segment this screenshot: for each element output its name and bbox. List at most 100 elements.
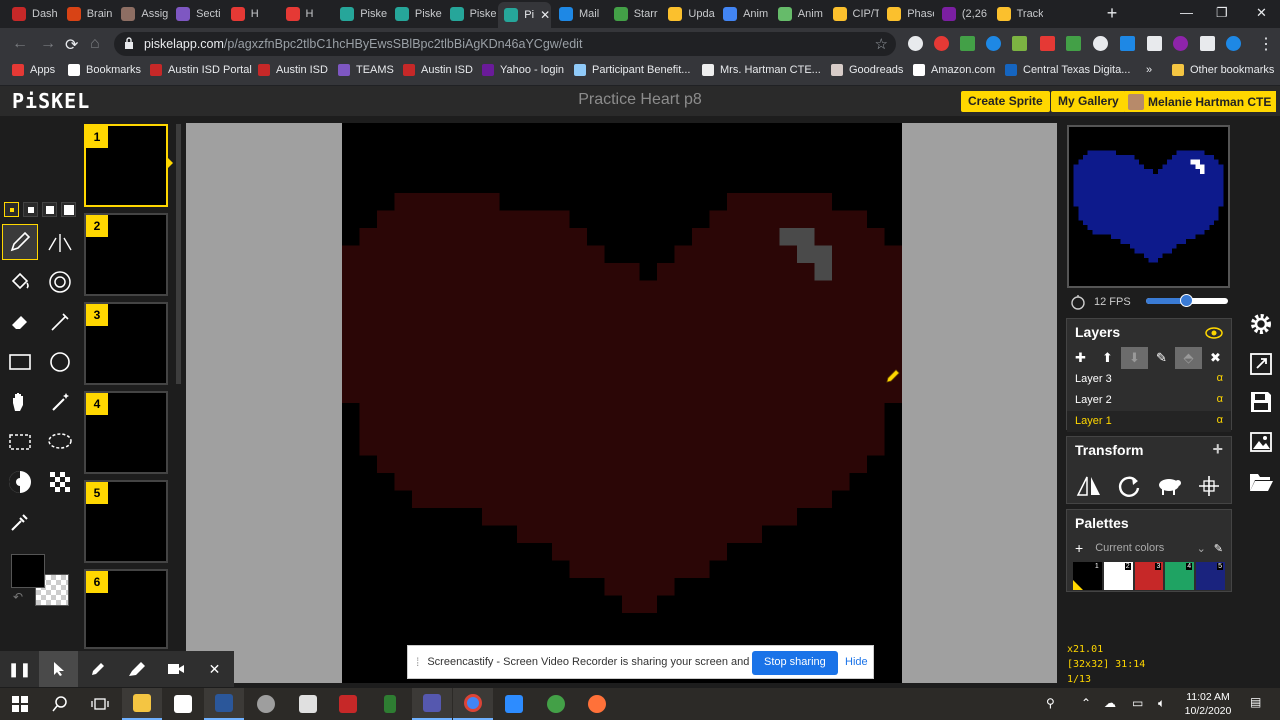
volume-icon[interactable]: 🔈︎ [1158, 696, 1165, 711]
color-picker-tool[interactable] [2, 504, 38, 540]
paint-bucket-tool[interactable] [2, 264, 38, 300]
browser-tab[interactable]: Piske [444, 3, 496, 25]
minimize-button[interactable]: — [1180, 5, 1193, 20]
frames-scrollbar[interactable] [176, 124, 181, 384]
frame-thumbnail[interactable]: 4 [84, 391, 168, 474]
dithering-tool[interactable] [42, 464, 78, 500]
extension-icon[interactable] [986, 36, 1001, 51]
browser-tab[interactable]: Starr [608, 3, 661, 25]
bookmark-item[interactable]: TEAMS [338, 64, 394, 76]
firefox-button[interactable] [577, 688, 617, 720]
app-button[interactable] [536, 688, 576, 720]
pen-size-3[interactable] [42, 202, 57, 217]
palette-color[interactable]: 4 [1165, 562, 1195, 590]
stop-sharing-button[interactable]: Stop sharing [752, 651, 838, 675]
teams-button[interactable] [412, 688, 452, 720]
palette-color[interactable]: 5 [1196, 562, 1225, 590]
close-tab-icon[interactable]: ✕ [540, 8, 550, 22]
bookmark-item[interactable]: Yahoo - login [482, 64, 564, 76]
bookmark-item[interactable]: Austin ISD [258, 64, 328, 76]
circle-tool[interactable] [42, 344, 78, 380]
palette-color[interactable]: 3 [1134, 562, 1164, 590]
clone-button[interactable] [1152, 469, 1186, 503]
bookmark-item[interactable]: Austin ISD Portal [150, 64, 252, 76]
extension-icon[interactable] [1066, 36, 1081, 51]
chrome-button[interactable] [453, 688, 493, 720]
frame-thumbnail[interactable]: 3 [84, 302, 168, 385]
calculator-button[interactable] [288, 688, 328, 720]
app-button[interactable] [370, 688, 410, 720]
bookmark-item[interactable]: Goodreads [831, 64, 903, 76]
export-button[interactable] [1245, 426, 1277, 458]
add-layer-button[interactable]: ✚ [1067, 347, 1094, 369]
search-button[interactable] [40, 688, 80, 720]
layer-item[interactable]: Layer 2 α [1067, 390, 1231, 411]
swap-colors-icon[interactable]: ↶ [13, 590, 23, 604]
move-tool[interactable] [2, 384, 38, 420]
create-sprite-button[interactable]: Create Sprite [961, 91, 1050, 112]
pen-size-1[interactable] [4, 202, 19, 217]
browser-tab[interactable]: Piske [334, 3, 387, 25]
frame-thumbnail[interactable]: 2 [84, 213, 168, 296]
import-button[interactable] [1245, 466, 1277, 498]
add-palette-icon[interactable]: + [1075, 540, 1083, 556]
browser-tab[interactable]: Mail [553, 3, 606, 25]
browser-tab[interactable]: Secti [170, 3, 223, 25]
delete-layer-button[interactable]: ✖ [1202, 347, 1229, 369]
extension-icon[interactable] [960, 36, 975, 51]
address-bar[interactable]: piskelapp.com/p/agxzfnBpc2tlbC1hcHByEwsS… [114, 32, 896, 56]
more-bookmarks-button[interactable]: » [1146, 64, 1152, 76]
lasso-selection-tool[interactable] [42, 424, 78, 460]
drawing-canvas[interactable] [342, 123, 902, 683]
extensions-puzzle-icon[interactable] [1200, 36, 1215, 51]
move-layer-down-button[interactable]: ⬇ [1121, 347, 1148, 369]
browser-tab[interactable]: CIP/T [827, 3, 879, 25]
cloud-icon[interactable]: ☁ [1104, 696, 1116, 710]
primary-color-swatch[interactable] [11, 554, 45, 588]
extension-icon[interactable] [1147, 36, 1162, 51]
drag-handle-icon[interactable]: ⁞ [416, 655, 419, 669]
close-toolbar-button[interactable]: ✕ [195, 651, 234, 687]
zoom-button[interactable] [494, 688, 534, 720]
profile-avatar-icon[interactable] [1226, 36, 1241, 51]
app-button[interactable] [246, 688, 286, 720]
save-button[interactable] [1245, 386, 1277, 418]
show-hidden-icons[interactable]: ⌃ [1081, 696, 1091, 710]
rectangle-selection-tool[interactable] [2, 424, 38, 460]
extension-icon[interactable] [1040, 36, 1055, 51]
notifications-icon[interactable]: ▤ [1250, 695, 1261, 709]
pen-size-4[interactable] [61, 202, 76, 217]
browser-tab[interactable]: Dash [6, 3, 59, 25]
pen-tool[interactable] [2, 224, 38, 260]
extension-icon[interactable] [1120, 36, 1135, 51]
extension-icon[interactable] [1173, 36, 1188, 51]
add-transform-icon[interactable]: + [1212, 439, 1223, 460]
reload-button[interactable]: ⟳ [65, 35, 78, 55]
onion-skin-icon[interactable] [1070, 294, 1086, 310]
browser-tab[interactable]: (2,26 [936, 3, 989, 25]
shape-selection-tool[interactable] [42, 384, 78, 420]
browser-tab[interactable]: Piske [389, 3, 442, 25]
palette-selector[interactable]: + Current colors ⌄ ✎ [1067, 538, 1231, 558]
restore-button[interactable]: ❐ [1216, 5, 1228, 21]
layer-item[interactable]: Layer 3 α [1067, 369, 1231, 390]
extension-icon[interactable] [908, 36, 923, 51]
pause-button[interactable]: ❚❚ [0, 651, 39, 687]
hide-button[interactable]: Hide [845, 656, 868, 668]
browser-tab[interactable]: Anim [772, 3, 825, 25]
bookmark-item[interactable]: Apps [12, 64, 55, 76]
flip-horizontal-button[interactable] [1072, 469, 1106, 503]
browser-tab[interactable]: Anim [717, 3, 770, 25]
store-button[interactable] [163, 688, 203, 720]
browser-menu-icon[interactable]: ⋮ [1258, 34, 1274, 54]
resize-button[interactable] [1245, 348, 1277, 380]
frame-thumbnail[interactable]: 1 [84, 124, 168, 207]
word-button[interactable] [204, 688, 244, 720]
highlighter-button[interactable] [117, 651, 156, 687]
fps-slider-knob[interactable] [1180, 294, 1193, 307]
browser-tab[interactable]: Phase [881, 3, 934, 25]
settings-button[interactable] [1245, 308, 1277, 340]
people-icon[interactable]: ⚲ [1046, 696, 1055, 710]
system-clock[interactable]: 11:02 AM 10/2/2020 [1180, 690, 1236, 718]
file-explorer-button[interactable] [122, 688, 162, 720]
